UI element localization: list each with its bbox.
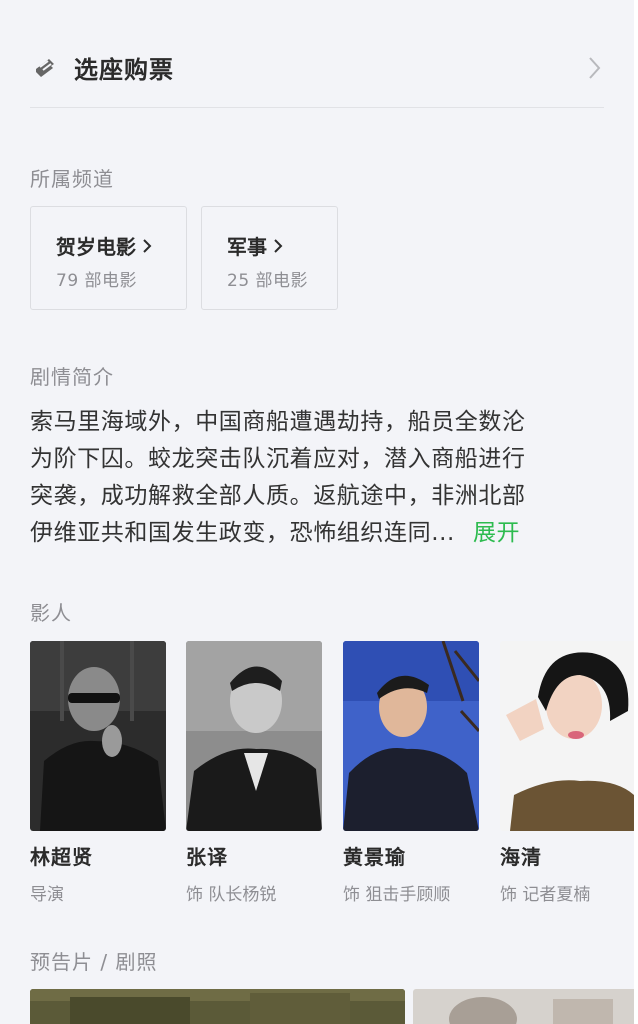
cast-role: 导演 bbox=[30, 885, 64, 905]
synopsis-line: 索马里海域外，中国商船遭遇劫持，船员全数沦 bbox=[30, 409, 526, 435]
channel-card-military[interactable]: 军事 25 部电影 bbox=[201, 206, 338, 310]
cast-role: 饰 狙击手顾顺 bbox=[343, 885, 451, 905]
synopsis-line: 为阶下囚。蛟龙突击队沉着应对，潜入商船进行 bbox=[30, 446, 526, 472]
cast-name: 黄景瑜 bbox=[343, 845, 406, 869]
trailer-thumbnail[interactable] bbox=[30, 989, 405, 1024]
chevron-right-icon bbox=[143, 238, 152, 253]
channel-count: 25 部电影 bbox=[227, 271, 309, 291]
synopsis-last-line: 伊维亚共和国发生政变，恐怖组织连同... 展开 bbox=[30, 520, 521, 546]
cast-card[interactable]: 林超贤 导演 bbox=[30, 641, 166, 905]
channel-name: 军事 bbox=[227, 231, 283, 260]
cast-name: 海清 bbox=[500, 845, 542, 869]
cast-name: 张译 bbox=[186, 845, 228, 869]
cast-role: 饰 记者夏楠 bbox=[500, 885, 591, 905]
cast-photo bbox=[30, 641, 166, 831]
select-seat-buy-ticket-row[interactable]: 选座购票 bbox=[30, 28, 604, 108]
window-edge bbox=[634, 0, 638, 1024]
channels-section-title: 所属频道 bbox=[30, 167, 114, 191]
synopsis-section-title: 剧情简介 bbox=[30, 365, 114, 389]
cast-photo bbox=[186, 641, 322, 831]
select-seat-label: 选座购票 bbox=[74, 56, 174, 84]
chevron-right-icon bbox=[586, 55, 604, 81]
chevron-right-icon bbox=[274, 238, 283, 253]
expand-synopsis-link[interactable]: 展开 bbox=[473, 520, 520, 546]
cast-photo bbox=[500, 641, 634, 831]
channel-card-new-year-films[interactable]: 贺岁电影 79 部电影 bbox=[30, 206, 187, 310]
cast-section-title: 影人 bbox=[30, 601, 72, 625]
channel-name: 贺岁电影 bbox=[56, 231, 152, 260]
media-section-title: 预告片 / 剧照 bbox=[30, 950, 158, 974]
channel-count: 79 部电影 bbox=[56, 271, 138, 291]
cast-card[interactable]: 张译 饰 队长杨锐 bbox=[186, 641, 322, 905]
cast-name: 林超贤 bbox=[30, 845, 93, 869]
synopsis-text: 索马里海域外，中国商船遭遇劫持，船员全数沦 为阶下囚。蛟龙突击队沉着应对，潜入商… bbox=[30, 404, 590, 552]
ticket-icon bbox=[30, 53, 60, 83]
cast-card[interactable]: 海清 饰 记者夏楠 bbox=[500, 641, 634, 905]
still-photo-thumbnail[interactable] bbox=[413, 989, 634, 1024]
cast-card[interactable]: 黄景瑜 饰 狙击手顾顺 bbox=[343, 641, 479, 905]
cast-role: 饰 队长杨锐 bbox=[186, 885, 277, 905]
synopsis-line: 突袭，成功解救全部人质。返航途中，非洲北部 bbox=[30, 483, 526, 509]
movie-detail-page: 选座购票 所属频道 贺岁电影 79 部电影 军事 25 部电影 剧情简介 索马里… bbox=[0, 0, 634, 1024]
cast-photo bbox=[343, 641, 479, 831]
